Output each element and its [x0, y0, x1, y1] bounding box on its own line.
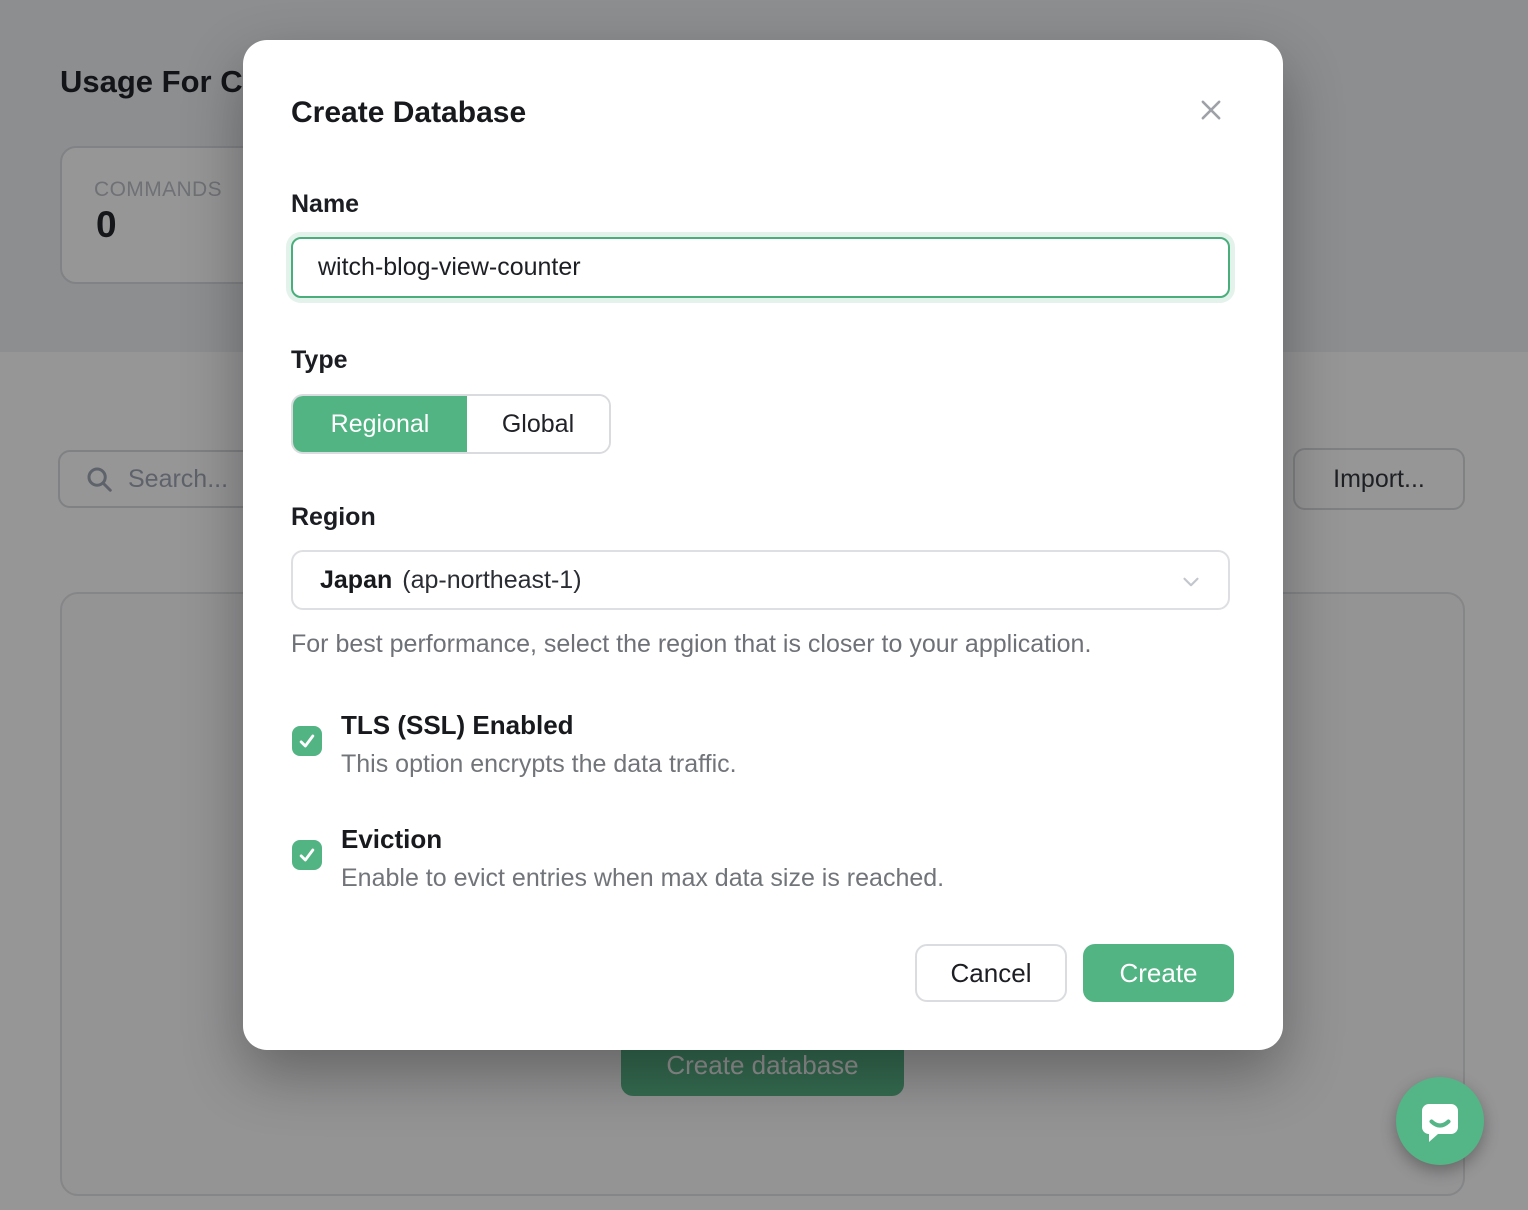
create-button[interactable]: Create: [1083, 944, 1234, 1002]
region-selected-code: (ap-northeast-1): [402, 566, 581, 595]
tls-checkbox[interactable]: [292, 726, 322, 756]
type-label: Type: [291, 346, 348, 375]
modal-title: Create Database: [291, 96, 526, 130]
create-button-label: Create: [1119, 958, 1197, 989]
x-icon: [1197, 96, 1225, 124]
chevron-down-icon: [1178, 569, 1204, 595]
type-option-global[interactable]: Global: [467, 396, 609, 452]
name-label: Name: [291, 190, 359, 219]
eviction-checkbox[interactable]: [292, 840, 322, 870]
region-help-text: For best performance, select the region …: [291, 630, 1091, 659]
name-input[interactable]: [291, 237, 1230, 298]
eviction-description: Enable to evict entries when max data si…: [341, 864, 944, 893]
eviction-label: Eviction: [341, 824, 442, 855]
region-selected-country: Japan: [320, 566, 392, 595]
check-icon: [297, 731, 317, 751]
region-select[interactable]: Japan (ap-northeast-1): [291, 550, 1230, 610]
chat-launcher-button[interactable]: [1396, 1077, 1484, 1165]
type-option-regional[interactable]: Regional: [293, 396, 467, 452]
type-option-regional-label: Regional: [331, 410, 430, 439]
cancel-button-label: Cancel: [951, 958, 1032, 989]
screen: Usage For C COMMANDS 0 Search... Import.…: [0, 0, 1528, 1210]
close-button[interactable]: [1191, 90, 1231, 130]
type-option-global-label: Global: [502, 410, 574, 439]
type-segmented-control: Regional Global: [291, 394, 611, 454]
region-label: Region: [291, 503, 376, 532]
check-icon: [297, 845, 317, 865]
tls-label: TLS (SSL) Enabled: [341, 710, 574, 741]
chat-bubble-icon: [1416, 1097, 1464, 1145]
tls-description: This option encrypts the data traffic.: [341, 750, 737, 779]
cancel-button[interactable]: Cancel: [915, 944, 1067, 1002]
create-database-modal: Create Database Name Type Regional Globa…: [243, 40, 1283, 1050]
